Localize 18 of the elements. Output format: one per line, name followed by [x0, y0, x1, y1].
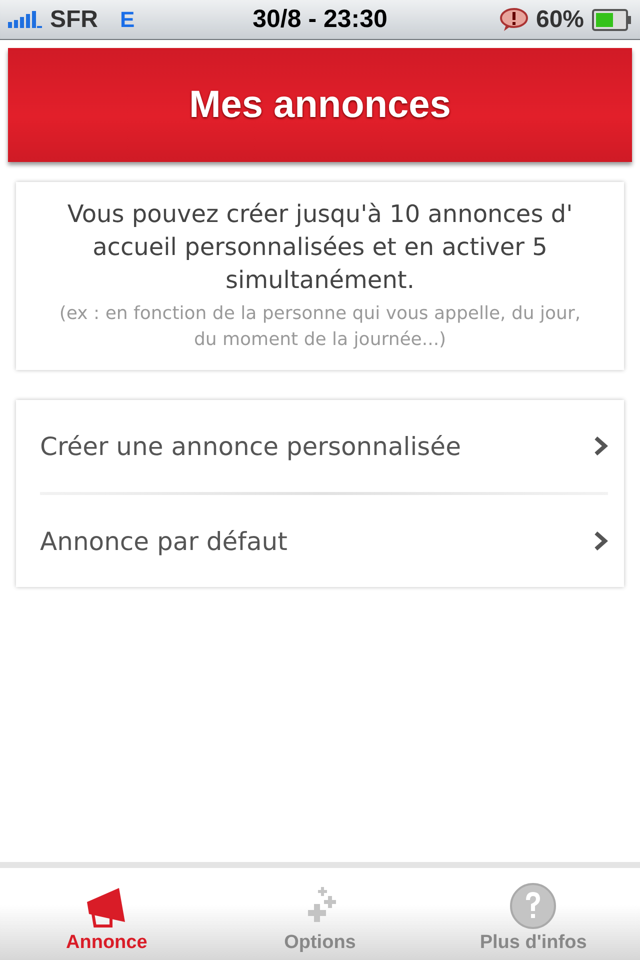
chevron-icon	[594, 531, 608, 551]
tab-item[interactable]: Options	[213, 868, 427, 960]
menu-item[interactable]: Créer une annonce personnalisée	[40, 400, 608, 492]
tab-item[interactable]: Plus d'infos	[426, 868, 640, 960]
menu-item[interactable]: Annonce par défaut	[40, 495, 608, 587]
signal-icon	[8, 10, 42, 28]
help-icon	[509, 882, 558, 930]
carrier-name: SFR	[50, 6, 98, 34]
page-title: Mes annonces	[189, 84, 451, 126]
battery-percent: 60%	[536, 6, 584, 34]
info-note: (ex : en fonction de la personne qui vous appelle, du jour, du moment de la journée...)	[58, 302, 582, 352]
battery-icon	[592, 8, 632, 30]
alert-icon	[500, 8, 528, 32]
info-text: Vous pouvez créer jusqu'à 10 annonces d' accueil personnalisées et en activer 5 simultanément.	[66, 199, 574, 296]
tab-item[interactable]: Annonce	[0, 868, 214, 960]
chevron-icon	[594, 436, 608, 456]
status-time: 30/8 - 23:30	[252, 5, 388, 34]
network-type: E	[120, 6, 135, 32]
